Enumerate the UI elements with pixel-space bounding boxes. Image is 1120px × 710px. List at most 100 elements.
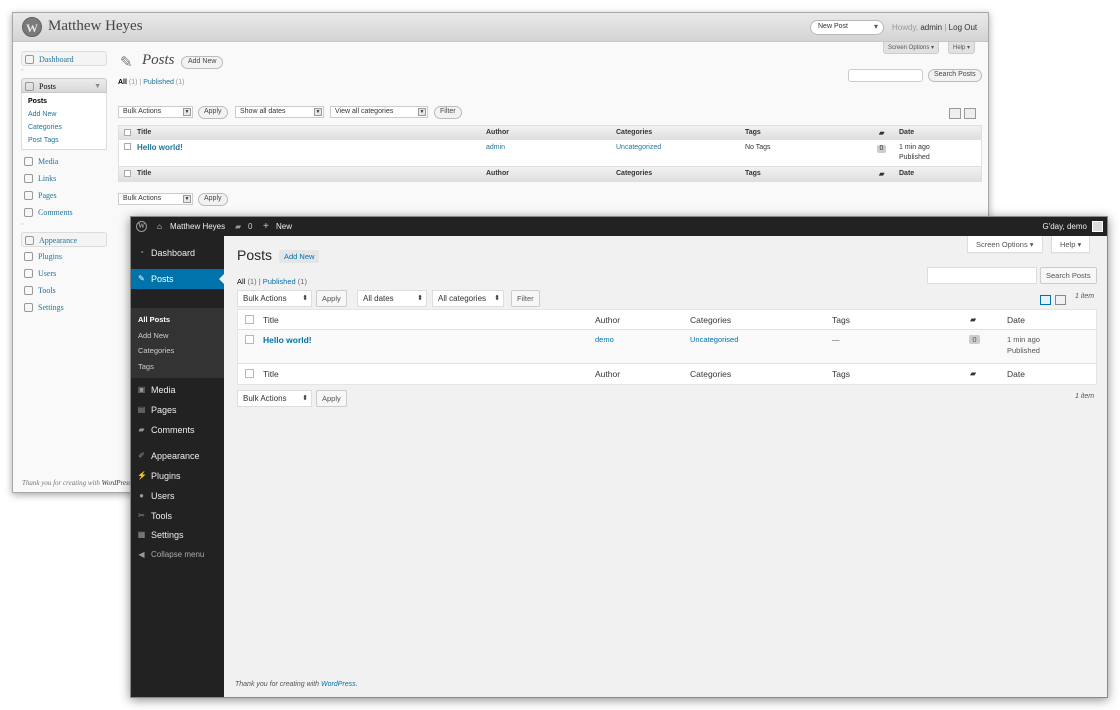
bulk-actions-select[interactable]: Bulk Actions ▼ [118, 106, 193, 118]
menu-appearance[interactable]: Appearance [21, 232, 107, 247]
comment-count-bubble[interactable]: 0 [877, 145, 886, 153]
menu-media[interactable]: ▣ Media [131, 380, 224, 400]
select-all-checkbox[interactable] [245, 315, 254, 324]
comment-count-bubble[interactable]: 0 [969, 335, 980, 344]
menu-pages[interactable]: ▤ Pages [131, 400, 224, 420]
post-title-link[interactable]: Hello world! [263, 335, 312, 345]
excerpt-view-icon[interactable] [1055, 295, 1066, 305]
row-checkbox[interactable] [245, 335, 254, 344]
bulk-actions-select[interactable]: Bulk Actions [237, 290, 312, 307]
user-link[interactable]: admin [920, 23, 942, 32]
submenu-categories[interactable]: Categories [131, 343, 224, 359]
menu-settings[interactable]: ▦ Settings [131, 525, 224, 545]
post-category-link[interactable]: Uncategorised [690, 335, 738, 344]
bulk-actions-select[interactable]: Bulk Actions [237, 390, 312, 407]
post-category-link[interactable]: Uncategorized [616, 144, 661, 151]
menu-dashboard[interactable]: Dashboard [21, 51, 107, 66]
menu-plugins[interactable]: Plugins [21, 249, 107, 264]
col-date[interactable]: Date [899, 129, 914, 136]
list-view-icon[interactable] [1040, 295, 1051, 305]
filter-published[interactable]: Published [263, 277, 296, 286]
filter-all[interactable]: All [118, 79, 127, 86]
post-author-link[interactable]: demo [595, 335, 614, 344]
comment-count[interactable]: 0 [248, 217, 252, 236]
post-title-link[interactable]: Hello world! [137, 143, 183, 152]
menu-comments[interactable]: ▰ Comments [131, 420, 224, 440]
chevron-down-icon[interactable]: ▼ [94, 79, 101, 94]
menu-appearance[interactable]: ✐ Appearance [131, 446, 224, 466]
menu-media[interactable]: Media [21, 154, 107, 169]
wordpress-logo-icon[interactable]: W [136, 221, 147, 232]
menu-tools[interactable]: ✂ Tools [131, 506, 224, 526]
search-posts-button[interactable]: Search Posts [1040, 267, 1097, 284]
menu-settings[interactable]: Settings [21, 300, 107, 315]
menu-pages[interactable]: Pages [21, 188, 107, 203]
screen-options-button[interactable]: Screen Options ▾ [967, 236, 1043, 253]
menu-links[interactable]: Links [21, 171, 107, 186]
menu-dashboard[interactable]: ◔ Dashboard [131, 243, 224, 263]
avatar[interactable] [1092, 221, 1103, 232]
submenu-post-tags[interactable]: Post Tags [28, 134, 106, 147]
new-content-link[interactable]: New [276, 217, 292, 236]
filter-button[interactable]: Filter [511, 290, 540, 307]
plus-icon[interactable]: + [263, 217, 269, 236]
logout-link[interactable]: Log Out [949, 23, 977, 32]
wordpress-link[interactable]: WordPress. [321, 681, 358, 688]
menu-posts[interactable]: ✎ Posts [131, 269, 224, 289]
user-greeting[interactable]: G'day, demo [1042, 217, 1087, 236]
submenu-all-posts[interactable]: All Posts [131, 312, 224, 328]
filter-button[interactable]: Filter [434, 106, 462, 119]
add-new-button[interactable]: Add New [181, 56, 224, 69]
add-new-button[interactable]: Add New [279, 250, 320, 263]
dates-select[interactable]: Show all dates ▼ [235, 106, 324, 118]
comment-bubble-icon[interactable]: ▰ [235, 217, 241, 236]
submenu-tags[interactable]: Tags [131, 359, 224, 375]
select-all-checkbox[interactable] [124, 129, 131, 136]
site-name-link[interactable]: Matthew Heyes [170, 217, 225, 236]
search-input[interactable] [848, 69, 923, 82]
site-title[interactable]: Matthew Heyes [48, 18, 143, 35]
dates-select[interactable]: All dates [357, 290, 427, 307]
apply-button[interactable]: Apply [198, 106, 228, 119]
wordpress-logo-icon[interactable]: W [22, 17, 42, 37]
menu-comments[interactable]: Comments [21, 205, 107, 220]
excerpt-view-icon[interactable] [964, 108, 976, 119]
search-posts-button[interactable]: Search Posts [928, 69, 982, 82]
col-title[interactable]: Title [137, 129, 151, 136]
wordpress-link[interactable]: WordPress [102, 479, 132, 487]
menu-plugins[interactable]: ⚡ Plugins [131, 466, 224, 486]
categories-select[interactable]: All categories [432, 290, 504, 307]
submenu-add-new[interactable]: Add New [131, 328, 224, 344]
bulk-actions-select[interactable]: Bulk Actions ▼ [118, 193, 193, 205]
help-button[interactable]: Help ▾ [948, 42, 976, 54]
col-title[interactable]: Title [263, 315, 279, 325]
submenu-add-new[interactable]: Add New [28, 108, 106, 121]
menu-users[interactable]: ● Users [131, 486, 224, 506]
col-date[interactable]: Date [1007, 315, 1025, 325]
filter-all[interactable]: All [237, 277, 245, 286]
menu-users[interactable]: Users [21, 266, 107, 281]
col-title[interactable]: Title [137, 170, 151, 177]
col-title[interactable]: Title [263, 369, 279, 379]
submenu-posts[interactable]: Posts [28, 95, 106, 108]
submenu-categories[interactable]: Categories [28, 121, 106, 134]
favorite-actions-select[interactable]: New Post [810, 20, 884, 35]
menu-posts[interactable]: Posts ▼ [21, 78, 107, 93]
select-all-checkbox[interactable] [124, 170, 131, 177]
row-checkbox[interactable] [124, 143, 131, 150]
apply-button[interactable]: Apply [316, 390, 347, 407]
categories-select[interactable]: View all categories ▼ [330, 106, 428, 118]
help-button[interactable]: Help ▾ [1051, 236, 1091, 253]
collapse-menu-button[interactable]: ◀ Collapse menu [131, 545, 224, 565]
list-view-icon[interactable] [949, 108, 961, 119]
home-icon[interactable]: ⌂ [157, 217, 162, 236]
select-all-checkbox[interactable] [245, 369, 254, 378]
menu-tools[interactable]: Tools [21, 283, 107, 298]
filter-published[interactable]: Published [143, 79, 174, 86]
screen-options-button[interactable]: Screen Options ▾ [883, 42, 940, 54]
apply-button[interactable]: Apply [198, 193, 228, 206]
post-author-link[interactable]: admin [486, 144, 505, 151]
apply-button[interactable]: Apply [316, 290, 347, 307]
col-date[interactable]: Date [1007, 369, 1025, 379]
col-date[interactable]: Date [899, 170, 914, 177]
